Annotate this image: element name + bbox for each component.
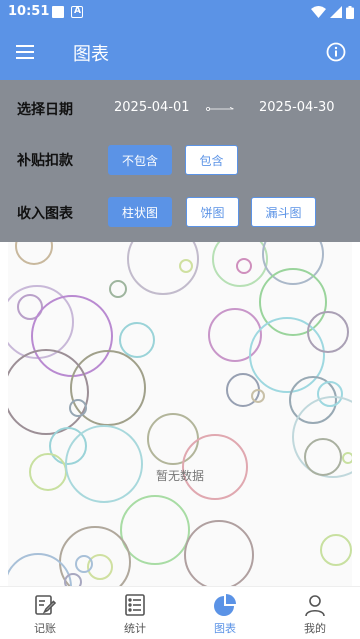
signal-icon [330, 6, 342, 18]
nav-label-mine: 我的 [304, 622, 326, 635]
hamburger-menu-icon[interactable] [16, 40, 40, 64]
end-date[interactable]: 2025-04-30 [259, 100, 335, 115]
empty-state-text: 暂无数据 [155, 469, 204, 483]
chart-area: 暂无数据 [8, 242, 352, 586]
battery-icon [346, 5, 354, 19]
status-time: 10:51 [8, 4, 50, 19]
bar-chart-button[interactable]: 柱状图 [108, 197, 172, 227]
bottom-nav: 记账 统计 图表 我的 [0, 586, 360, 639]
nav-label-stats: 统计 [124, 622, 146, 635]
start-date[interactable]: 2025-04-01 [114, 100, 190, 115]
subsidy-include-button[interactable]: 包含 [185, 145, 238, 175]
status-icons [311, 5, 354, 19]
edit-record-icon [35, 595, 57, 615]
status-bar: 10:51 A [0, 0, 360, 24]
bubble-background [8, 242, 352, 586]
wifi-icon [311, 6, 326, 18]
nav-item-record[interactable]: 记账 [0, 587, 90, 639]
date-range-arrow-icon [206, 107, 234, 111]
subsidy-exclude-button[interactable]: 不包含 [108, 145, 172, 175]
list-stats-icon [125, 594, 145, 616]
pie-chart-button[interactable]: 饼图 [186, 197, 239, 227]
nav-label-chart: 图表 [214, 622, 236, 635]
a-notification-icon: A [71, 6, 83, 18]
chart-type-label: 收入图表 [17, 206, 73, 222]
subsidy-label: 补贴扣款 [17, 153, 73, 169]
pie-chart-icon [214, 594, 236, 616]
person-icon [305, 595, 325, 617]
info-icon[interactable] [326, 42, 346, 62]
nav-item-chart[interactable]: 图表 [180, 587, 270, 639]
nav-label-record: 记账 [34, 622, 56, 635]
nav-item-stats[interactable]: 统计 [90, 587, 180, 639]
funnel-chart-button[interactable]: 漏斗图 [251, 197, 316, 227]
date-label: 选择日期 [17, 102, 73, 118]
square-notification-icon [52, 6, 64, 18]
nav-item-mine[interactable]: 我的 [270, 587, 360, 639]
app-bar: 图表 [0, 24, 360, 80]
page-title: 图表 [73, 44, 109, 65]
